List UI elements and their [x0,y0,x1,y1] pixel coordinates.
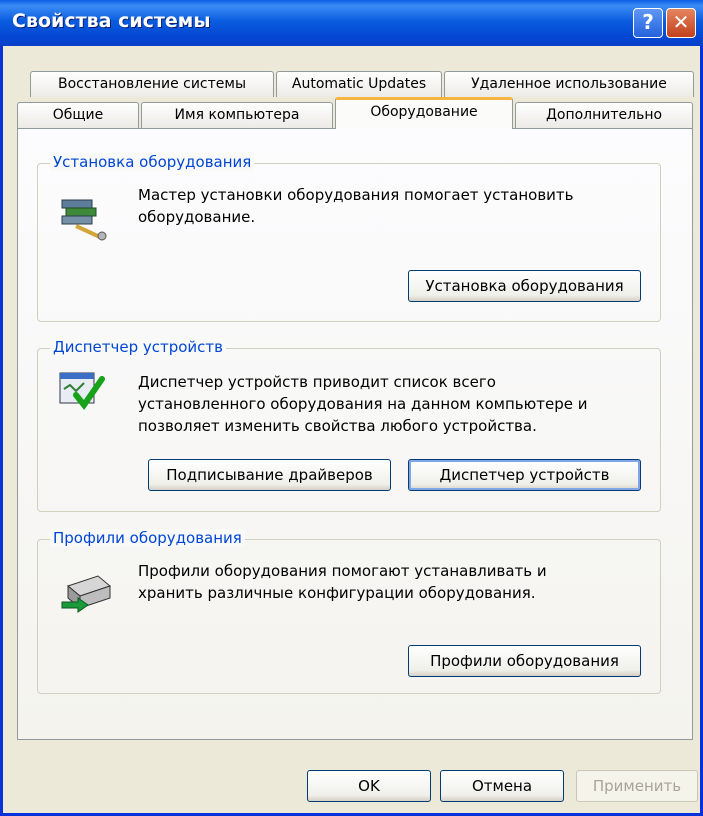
ok-button[interactable]: OK [307,770,431,802]
system-properties-window: Свойства системы ? ✕ Восстановление сист… [0,0,703,816]
profiles-description-line: Профили оборудования помогают устанавлив… [138,562,547,580]
add-hardware-button[interactable]: Установка оборудования [408,270,641,302]
group-title-profiles: Профили оборудования [50,529,245,547]
device-manager-description: Диспетчер устройств приводит список всег… [138,371,588,437]
group-title-install: Установка оборудования [50,153,255,171]
device-manager-icon [58,369,106,417]
hardware-profiles-group: Профили оборудования Профили оборудовани… [37,529,661,694]
close-button[interactable]: ✕ [666,8,696,38]
hardware-profiles-button[interactable]: Профили оборудования [408,645,641,677]
device-manager-group: Диспетчер устройств Диспетчер устройств … [37,338,661,512]
device-manager-description-line: Диспетчер устройств приводит список всег… [138,373,496,391]
window-title: Свойства системы [12,10,211,32]
help-button[interactable]: ? [633,8,663,38]
hardware-install-group: Установка оборудования Мастер установки … [37,153,661,322]
profiles-description-line: хранить различные конфигурации оборудова… [138,584,536,602]
hardware-wizard-icon [58,190,110,246]
title-bar[interactable]: Свойства системы ? ✕ [0,0,703,46]
tab-hardware[interactable]: Оборудование [335,97,513,129]
install-description-line: оборудование. [138,208,256,226]
cancel-button[interactable]: Отмена [440,770,564,802]
tab-computer-name[interactable]: Имя компьютера [141,102,333,128]
device-manager-description-line: установленного оборудования на данном ко… [138,395,588,413]
hardware-profiles-icon [58,568,112,620]
tab-system-restore[interactable]: Восстановление системы [30,71,274,97]
group-title-device-manager: Диспетчер устройств [50,338,227,356]
tab-remote[interactable]: Удаленное использование [444,71,694,97]
device-manager-description-line: позволяет изменить свойства любого устро… [138,417,537,435]
install-description: Мастер установки оборудования помогает у… [138,184,574,228]
apply-button[interactable]: Применить [576,770,698,802]
profiles-description: Профили оборудования помогают устанавлив… [138,560,547,604]
install-description-line: Мастер установки оборудования помогает у… [138,186,574,204]
tab-automatic-updates[interactable]: Automatic Updates [276,71,442,97]
driver-signing-button[interactable]: Подписывание драйверов [148,459,391,491]
tab-general[interactable]: Общие [17,102,139,128]
device-manager-button[interactable]: Диспетчер устройств [408,459,641,491]
tab-advanced[interactable]: Дополнительно [515,102,693,128]
